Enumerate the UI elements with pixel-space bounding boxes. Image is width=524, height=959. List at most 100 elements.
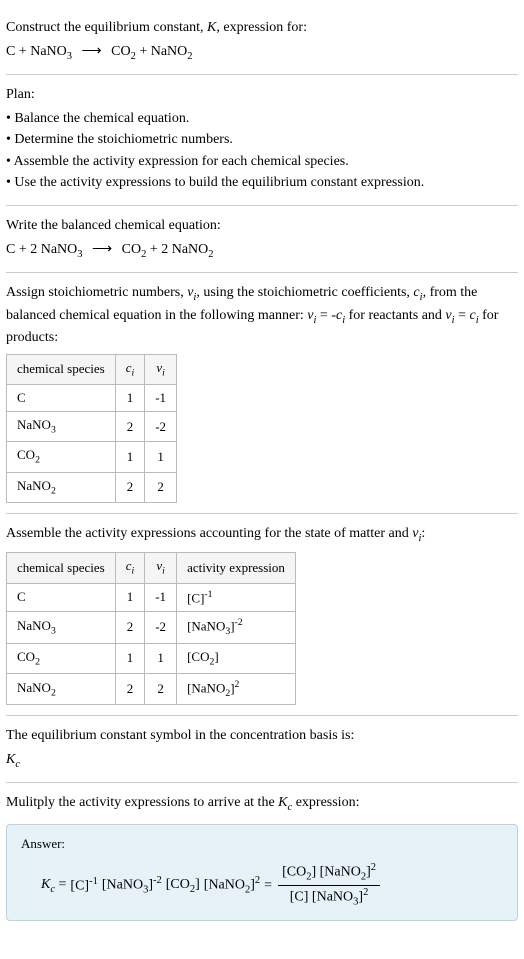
balanced-co2: CO	[122, 242, 141, 257]
assign-section: Assign stoichiometric numbers, νi , using…	[6, 273, 518, 514]
multiply-text: Mulitply the activity expressions to arr…	[6, 793, 518, 815]
t4: [NaNO	[204, 877, 245, 892]
activity-section: Assemble the activity expressions accoun…	[6, 514, 518, 717]
assemble-t: Assemble the activity expressions accoun…	[6, 526, 412, 541]
table-row: C 1 -1	[7, 384, 177, 411]
cell-species: C	[7, 384, 116, 411]
activity-table: chemical species ci νi activity expressi…	[6, 552, 296, 705]
cell-species: NaNO3	[7, 412, 116, 442]
eq-prod: =	[455, 308, 470, 323]
term-nano2: [NaNO2]2	[204, 874, 260, 898]
t2: [NaNO	[102, 877, 143, 892]
mult-t2: expression:	[292, 795, 359, 810]
cell-species: C	[7, 583, 116, 612]
assign-t2: , using the stoichiometric coefficients,	[196, 285, 413, 300]
assign-t1: Assign stoichiometric numbers,	[6, 285, 187, 300]
cell-species: NaNO2	[7, 472, 116, 502]
cell-c: 2	[115, 412, 145, 442]
subscript: 3	[51, 625, 56, 636]
col-c: ci	[115, 553, 145, 583]
kc-symbol: Kc	[6, 750, 518, 772]
c-subscript: c	[15, 759, 20, 770]
balanced-left: C + 2 NaNO	[6, 242, 77, 257]
col-nu: νi	[145, 354, 177, 384]
k-letter: K	[278, 795, 287, 810]
subscript: 3	[77, 248, 82, 259]
t3-close: ]	[195, 877, 200, 892]
cell-nu: 1	[145, 643, 177, 673]
species-text: C	[17, 589, 26, 604]
plan-item: • Use the activity expressions to build …	[6, 173, 518, 193]
assign-text: Assign stoichiometric numbers, νi, using…	[6, 283, 518, 348]
cell-nu: 2	[145, 673, 177, 705]
plan-item: • Balance the chemical equation.	[6, 109, 518, 129]
subscript: 3	[67, 50, 72, 61]
den-text: [C] [NaNO	[290, 890, 353, 905]
species-text: CO	[17, 649, 35, 664]
answer-label: Answer:	[21, 835, 503, 853]
subscript-i: i	[162, 367, 165, 378]
cell-nu: -2	[145, 612, 177, 644]
species-text: NaNO	[17, 680, 51, 695]
col-nu: νi	[145, 553, 177, 583]
intro-line1: Construct the equilibrium constant,	[6, 20, 207, 35]
cell-nu: 2	[145, 472, 177, 502]
cell-nu: -1	[145, 583, 177, 612]
cell-species: NaNO3	[7, 612, 116, 644]
reaction-arrow-icon: ⟶	[92, 242, 112, 257]
subscript: 2	[35, 455, 40, 466]
col-species: chemical species	[7, 553, 116, 583]
cell-c: 2	[115, 673, 145, 705]
act-base: [C]	[187, 590, 204, 605]
subscript-i: i	[132, 367, 135, 378]
product-nano2: NaNO	[151, 44, 188, 59]
subscript: 2	[35, 656, 40, 667]
cell-c: 2	[115, 612, 145, 644]
cell-species: CO2	[7, 442, 116, 472]
act-base: [NaNO	[187, 680, 225, 695]
answer-formula: Kc = [C]-1 [NaNO3]-2 [CO2] [NaNO2]2 = [C…	[41, 861, 503, 910]
species-text: C	[17, 390, 26, 405]
col-species: chemical species	[7, 354, 116, 384]
table-header-row: chemical species ci νi activity expressi…	[7, 553, 296, 583]
act-sup: -2	[235, 617, 243, 628]
term-co2: [CO2]	[166, 875, 200, 897]
num-co2: [CO	[282, 865, 306, 880]
subscript: 2	[51, 687, 56, 698]
plan-item: • Assemble the activity expression for e…	[6, 152, 518, 172]
cell-activity: [CO2]	[177, 643, 296, 673]
intro-text: Construct the equilibrium constant, K, e…	[6, 18, 518, 38]
num-close: ] [NaNO	[311, 865, 360, 880]
equals: =	[55, 877, 66, 892]
act-close: ]	[214, 649, 218, 664]
table-row: NaNO2 2 2 [NaNO2]2	[7, 673, 296, 705]
text-react: for reactants and	[345, 308, 445, 323]
numerator: [CO2] [NaNO2]2	[278, 861, 380, 886]
table-row: CO2 1 1 [CO2]	[7, 643, 296, 673]
intro-line1b: , expression for:	[216, 20, 307, 35]
term-nano3: [NaNO3]-2	[102, 874, 162, 898]
col-c: ci	[115, 354, 145, 384]
cell-activity: [NaNO3]-2	[177, 612, 296, 644]
cell-nu: 1	[145, 442, 177, 472]
plus: +	[136, 44, 151, 59]
balanced-equation: C + 2 NaNO3 ⟶ CO2 + 2 NaNO2	[6, 240, 518, 262]
plan-section: Plan: • Balance the chemical equation. •…	[6, 75, 518, 206]
term-c: [C]-1	[70, 875, 97, 896]
species-text: NaNO	[17, 417, 51, 432]
assemble-text: Assemble the activity expressions accoun…	[6, 524, 518, 546]
num2-sup: 2	[371, 862, 376, 873]
eq-react: = -	[316, 308, 336, 323]
reactant-text: C + NaNO	[6, 44, 67, 59]
table-row: CO2 1 1	[7, 442, 177, 472]
cell-c: 1	[115, 583, 145, 612]
answer-box: Answer: Kc = [C]-1 [NaNO3]-2 [CO2] [NaNO…	[6, 824, 518, 921]
cell-c: 1	[115, 643, 145, 673]
subscript: 2	[51, 485, 56, 496]
k-letter: K	[41, 877, 50, 892]
table-row: NaNO2 2 2	[7, 472, 177, 502]
species-text: NaNO	[17, 618, 51, 633]
t1-sup: -1	[89, 876, 98, 887]
cell-species: NaNO2	[7, 673, 116, 705]
k-symbol: K	[207, 20, 216, 35]
